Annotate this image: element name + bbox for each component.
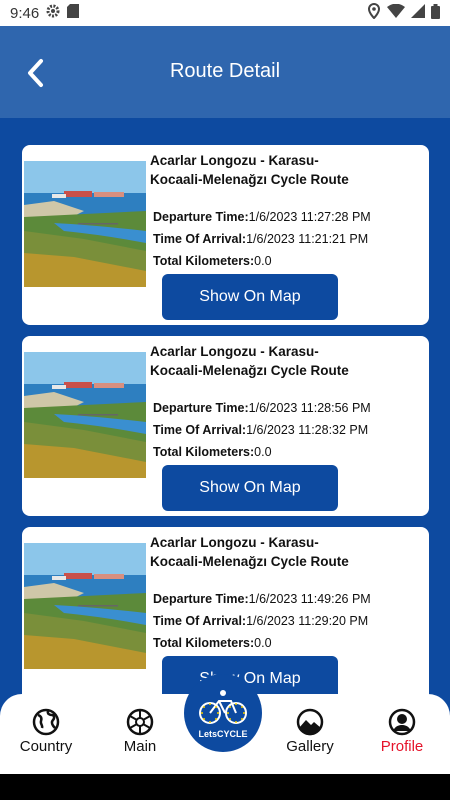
nav-main-label: Main bbox=[123, 738, 157, 755]
nav-main[interactable]: Main bbox=[100, 708, 180, 755]
sd-card-icon bbox=[67, 4, 80, 22]
mountain-icon bbox=[296, 708, 324, 736]
page-title: Route Detail bbox=[169, 60, 281, 82]
nav-country-label: Country bbox=[19, 738, 73, 755]
departure-label: Departure Time: bbox=[153, 592, 249, 606]
kilometers-value: 0.0 bbox=[254, 445, 272, 459]
system-navigation-bar bbox=[0, 774, 450, 800]
wifi-icon bbox=[387, 3, 405, 22]
letscycle-logo-text: LetsCYCLE bbox=[198, 729, 248, 739]
arrival-row: Time Of Arrival:1/6/2023 11:28:32 PM bbox=[153, 423, 368, 437]
kilometers-value: 0.0 bbox=[254, 636, 272, 650]
route-title: Acarlar Longozu - Karasu-Kocaali-Melenağ… bbox=[150, 153, 349, 187]
route-title: Acarlar Longozu - Karasu-Kocaali-Melenağ… bbox=[150, 535, 349, 569]
nav-gallery[interactable]: Gallery bbox=[270, 708, 350, 755]
settings-icon bbox=[45, 3, 61, 23]
arrival-label: Time Of Arrival: bbox=[153, 423, 247, 437]
kilometers-value: 0.0 bbox=[254, 254, 272, 268]
kilometers-row: Total Kilometers:0.0 bbox=[153, 636, 272, 650]
route-card: Acarlar Longozu - Karasu-Kocaali-Melenağ… bbox=[22, 336, 429, 516]
location-icon bbox=[367, 2, 381, 23]
nav-profile-label: Profile bbox=[380, 738, 424, 755]
kilometers-label: Total Kilometers: bbox=[153, 254, 255, 268]
route-card: Acarlar Longozu - Karasu-Kocaali-Melenağ… bbox=[22, 145, 429, 325]
aperture-icon bbox=[126, 708, 154, 736]
route-title: Acarlar Longozu - Karasu-Kocaali-Melenağ… bbox=[150, 344, 349, 378]
battery-icon bbox=[431, 3, 440, 23]
kilometers-label: Total Kilometers: bbox=[153, 445, 255, 459]
route-image bbox=[24, 543, 146, 669]
nav-profile[interactable]: Profile bbox=[362, 708, 442, 755]
kilometers-label: Total Kilometers: bbox=[153, 636, 255, 650]
departure-row: Departure Time:1/6/2023 11:27:28 PM bbox=[153, 210, 371, 224]
departure-value: 1/6/2023 11:28:56 PM bbox=[248, 401, 371, 415]
departure-row: Departure Time:1/6/2023 11:28:56 PM bbox=[153, 401, 371, 415]
route-image bbox=[24, 352, 146, 478]
kilometers-row: Total Kilometers:0.0 bbox=[153, 445, 272, 459]
arrival-label: Time Of Arrival: bbox=[153, 614, 247, 628]
arrival-label: Time Of Arrival: bbox=[153, 232, 247, 246]
kilometers-row: Total Kilometers:0.0 bbox=[153, 254, 272, 268]
departure-value: 1/6/2023 11:49:26 PM bbox=[248, 592, 371, 606]
arrival-row: Time Of Arrival:1/6/2023 11:29:20 PM bbox=[153, 614, 368, 628]
departure-value: 1/6/2023 11:27:28 PM bbox=[248, 210, 371, 224]
person-icon bbox=[388, 708, 416, 736]
app-bar: Route Detail bbox=[0, 26, 450, 118]
status-bar: 9:46 bbox=[0, 0, 450, 26]
arrival-row: Time Of Arrival:1/6/2023 11:21:21 PM bbox=[153, 232, 368, 246]
letscycle-home-button[interactable]: LetsCYCLE bbox=[184, 674, 262, 752]
show-on-map-button[interactable]: Show On Map bbox=[162, 274, 338, 320]
signal-icon bbox=[411, 4, 425, 22]
show-on-map-button[interactable]: Show On Map bbox=[162, 465, 338, 511]
route-image bbox=[24, 161, 146, 287]
globe-icon bbox=[32, 708, 60, 736]
arrival-value: 1/6/2023 11:29:20 PM bbox=[246, 614, 369, 628]
departure-row: Departure Time:1/6/2023 11:49:26 PM bbox=[153, 592, 371, 606]
arrival-value: 1/6/2023 11:21:21 PM bbox=[246, 232, 369, 246]
status-time: 9:46 bbox=[10, 4, 40, 22]
nav-country[interactable]: Country bbox=[6, 708, 86, 755]
bicycle-icon bbox=[199, 690, 247, 724]
departure-label: Departure Time: bbox=[153, 401, 249, 415]
departure-label: Departure Time: bbox=[153, 210, 249, 224]
arrival-value: 1/6/2023 11:28:32 PM bbox=[246, 423, 369, 437]
nav-gallery-label: Gallery bbox=[286, 738, 334, 755]
